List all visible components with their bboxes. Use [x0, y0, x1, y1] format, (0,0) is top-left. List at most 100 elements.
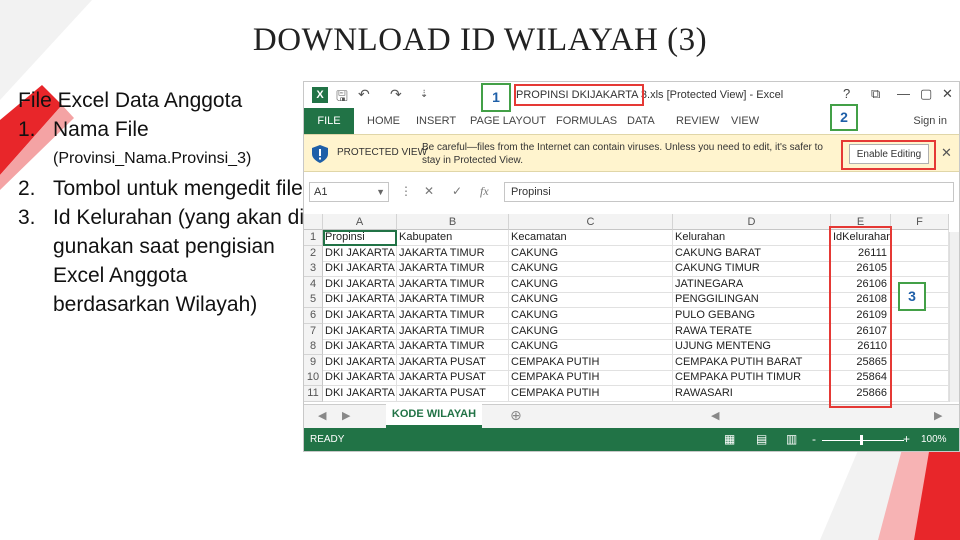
zoom-out-icon[interactable]: -: [812, 432, 816, 446]
table-cell[interactable]: DKI JAKARTA: [323, 323, 397, 340]
sheet-next-icon[interactable]: ▶: [342, 409, 350, 422]
insert-function-icon[interactable]: fx: [480, 184, 489, 199]
page-layout-view-icon[interactable]: ▤: [756, 432, 767, 446]
tab-home[interactable]: HOME: [367, 115, 400, 127]
table-cell[interactable]: CAKUNG: [509, 323, 673, 340]
table-cell[interactable]: CAKUNG: [509, 276, 673, 293]
row-header[interactable]: 10: [304, 370, 323, 387]
sheet-prev-icon[interactable]: ◀: [318, 409, 326, 422]
table-cell[interactable]: PENGGILINGAN: [673, 292, 831, 309]
table-cell[interactable]: JAKARTA PUSAT: [397, 354, 509, 371]
row-header[interactable]: 11: [304, 386, 323, 402]
protected-view-close-icon[interactable]: ✕: [941, 145, 952, 161]
header-cell[interactable]: Kelurahan: [673, 230, 831, 246]
tab-insert[interactable]: INSERT: [416, 115, 456, 127]
table-cell[interactable]: JAKARTA PUSAT: [397, 386, 509, 402]
table-cell[interactable]: CAKUNG: [509, 292, 673, 309]
tab-file[interactable]: FILE: [304, 108, 354, 134]
column-header-b[interactable]: B: [397, 214, 509, 230]
hscroll-left-icon[interactable]: ◀: [711, 409, 719, 422]
row-header[interactable]: 1: [304, 230, 323, 246]
table-cell[interactable]: JAKARTA TIMUR: [397, 245, 509, 262]
help-icon[interactable]: ?: [843, 86, 850, 101]
table-cell[interactable]: CAKUNG: [509, 245, 673, 262]
column-header-d[interactable]: D: [673, 214, 831, 230]
table-cell[interactable]: CAKUNG: [509, 261, 673, 278]
drag-handle-icon[interactable]: ⋮: [400, 184, 412, 198]
table-cell[interactable]: JATINEGARA: [673, 276, 831, 293]
zoom-level[interactable]: 100%: [921, 434, 947, 445]
tab-formulas[interactable]: FORMULAS: [556, 115, 617, 127]
row-header[interactable]: 2: [304, 245, 323, 262]
table-cell[interactable]: [891, 323, 949, 340]
table-cell[interactable]: JAKARTA TIMUR: [397, 339, 509, 356]
table-cell[interactable]: JAKARTA PUSAT: [397, 370, 509, 387]
maximize-icon[interactable]: ▢: [920, 86, 932, 102]
table-cell[interactable]: [891, 354, 949, 371]
table-cell[interactable]: DKI JAKARTA: [323, 386, 397, 402]
table-cell[interactable]: [891, 261, 949, 278]
tab-page-layout[interactable]: PAGE LAYOUT: [470, 115, 546, 127]
table-cell[interactable]: DKI JAKARTA: [323, 261, 397, 278]
page-break-view-icon[interactable]: ▥: [786, 432, 797, 446]
table-cell[interactable]: DKI JAKARTA: [323, 292, 397, 309]
table-cell[interactable]: [891, 370, 949, 387]
table-cell[interactable]: DKI JAKARTA: [323, 308, 397, 324]
table-cell[interactable]: PULO GEBANG: [673, 308, 831, 324]
cancel-icon[interactable]: ✕: [424, 184, 434, 198]
table-cell[interactable]: RAWA TERATE: [673, 323, 831, 340]
tab-data[interactable]: DATA: [627, 115, 655, 127]
row-header[interactable]: 7: [304, 323, 323, 340]
zoom-slider-handle[interactable]: [860, 435, 863, 445]
sheet-tab-kode-wilayah[interactable]: KODE WILAYAH: [386, 404, 482, 428]
header-cell[interactable]: [891, 230, 949, 246]
table-cell[interactable]: DKI JAKARTA: [323, 245, 397, 262]
row-header[interactable]: 4: [304, 276, 323, 293]
ribbon-display-icon[interactable]: ⧉: [871, 86, 880, 102]
close-icon[interactable]: ✕: [942, 86, 953, 102]
table-cell[interactable]: DKI JAKARTA: [323, 276, 397, 293]
zoom-slider[interactable]: [822, 440, 904, 441]
row-header[interactable]: 8: [304, 339, 323, 356]
table-cell[interactable]: DKI JAKARTA: [323, 370, 397, 387]
chevron-down-icon[interactable]: ▼: [376, 183, 385, 201]
tab-view[interactable]: VIEW: [731, 115, 759, 127]
table-cell[interactable]: JAKARTA TIMUR: [397, 276, 509, 293]
table-cell[interactable]: UJUNG MENTENG: [673, 339, 831, 356]
table-cell[interactable]: [891, 339, 949, 356]
table-cell[interactable]: CEMPAKA PUTIH: [509, 370, 673, 387]
select-all-corner[interactable]: [304, 214, 323, 230]
table-cell[interactable]: CEMPAKA PUTIH TIMUR: [673, 370, 831, 387]
row-header[interactable]: 5: [304, 292, 323, 309]
column-header-c[interactable]: C: [509, 214, 673, 230]
table-cell[interactable]: JAKARTA TIMUR: [397, 323, 509, 340]
table-cell[interactable]: CAKUNG: [509, 308, 673, 324]
table-cell[interactable]: CEMPAKA PUTIH BARAT: [673, 354, 831, 371]
minimize-icon[interactable]: —: [897, 86, 910, 101]
name-box[interactable]: A1 ▼: [309, 182, 389, 202]
enter-icon[interactable]: ✓: [452, 184, 462, 198]
table-cell[interactable]: JAKARTA TIMUR: [397, 261, 509, 278]
redo-icon[interactable]: ↷: [390, 86, 402, 103]
row-header[interactable]: 6: [304, 308, 323, 324]
hscroll-right-icon[interactable]: ▶: [934, 409, 942, 422]
table-cell[interactable]: CAKUNG: [509, 339, 673, 356]
undo-icon[interactable]: ↶: [358, 86, 370, 103]
table-cell[interactable]: JAKARTA TIMUR: [397, 308, 509, 324]
table-cell[interactable]: CAKUNG TIMUR: [673, 261, 831, 278]
normal-view-icon[interactable]: ▦: [724, 432, 735, 446]
add-sheet-icon[interactable]: ⊕: [510, 407, 522, 424]
column-header-f[interactable]: F: [891, 214, 949, 230]
customize-icon[interactable]: ⇣: [420, 89, 428, 100]
save-icon[interactable]: 🖫: [336, 86, 348, 110]
zoom-in-icon[interactable]: +: [903, 432, 910, 446]
table-cell[interactable]: RAWASARI: [673, 386, 831, 402]
tab-review[interactable]: REVIEW: [676, 115, 719, 127]
sign-in-link[interactable]: Sign in: [913, 115, 947, 127]
table-cell[interactable]: CEMPAKA PUTIH: [509, 354, 673, 371]
table-cell[interactable]: DKI JAKARTA: [323, 339, 397, 356]
formula-input[interactable]: Propinsi: [504, 182, 954, 202]
table-cell[interactable]: [891, 386, 949, 402]
header-cell[interactable]: Kabupaten: [397, 230, 509, 246]
table-cell[interactable]: DKI JAKARTA: [323, 354, 397, 371]
